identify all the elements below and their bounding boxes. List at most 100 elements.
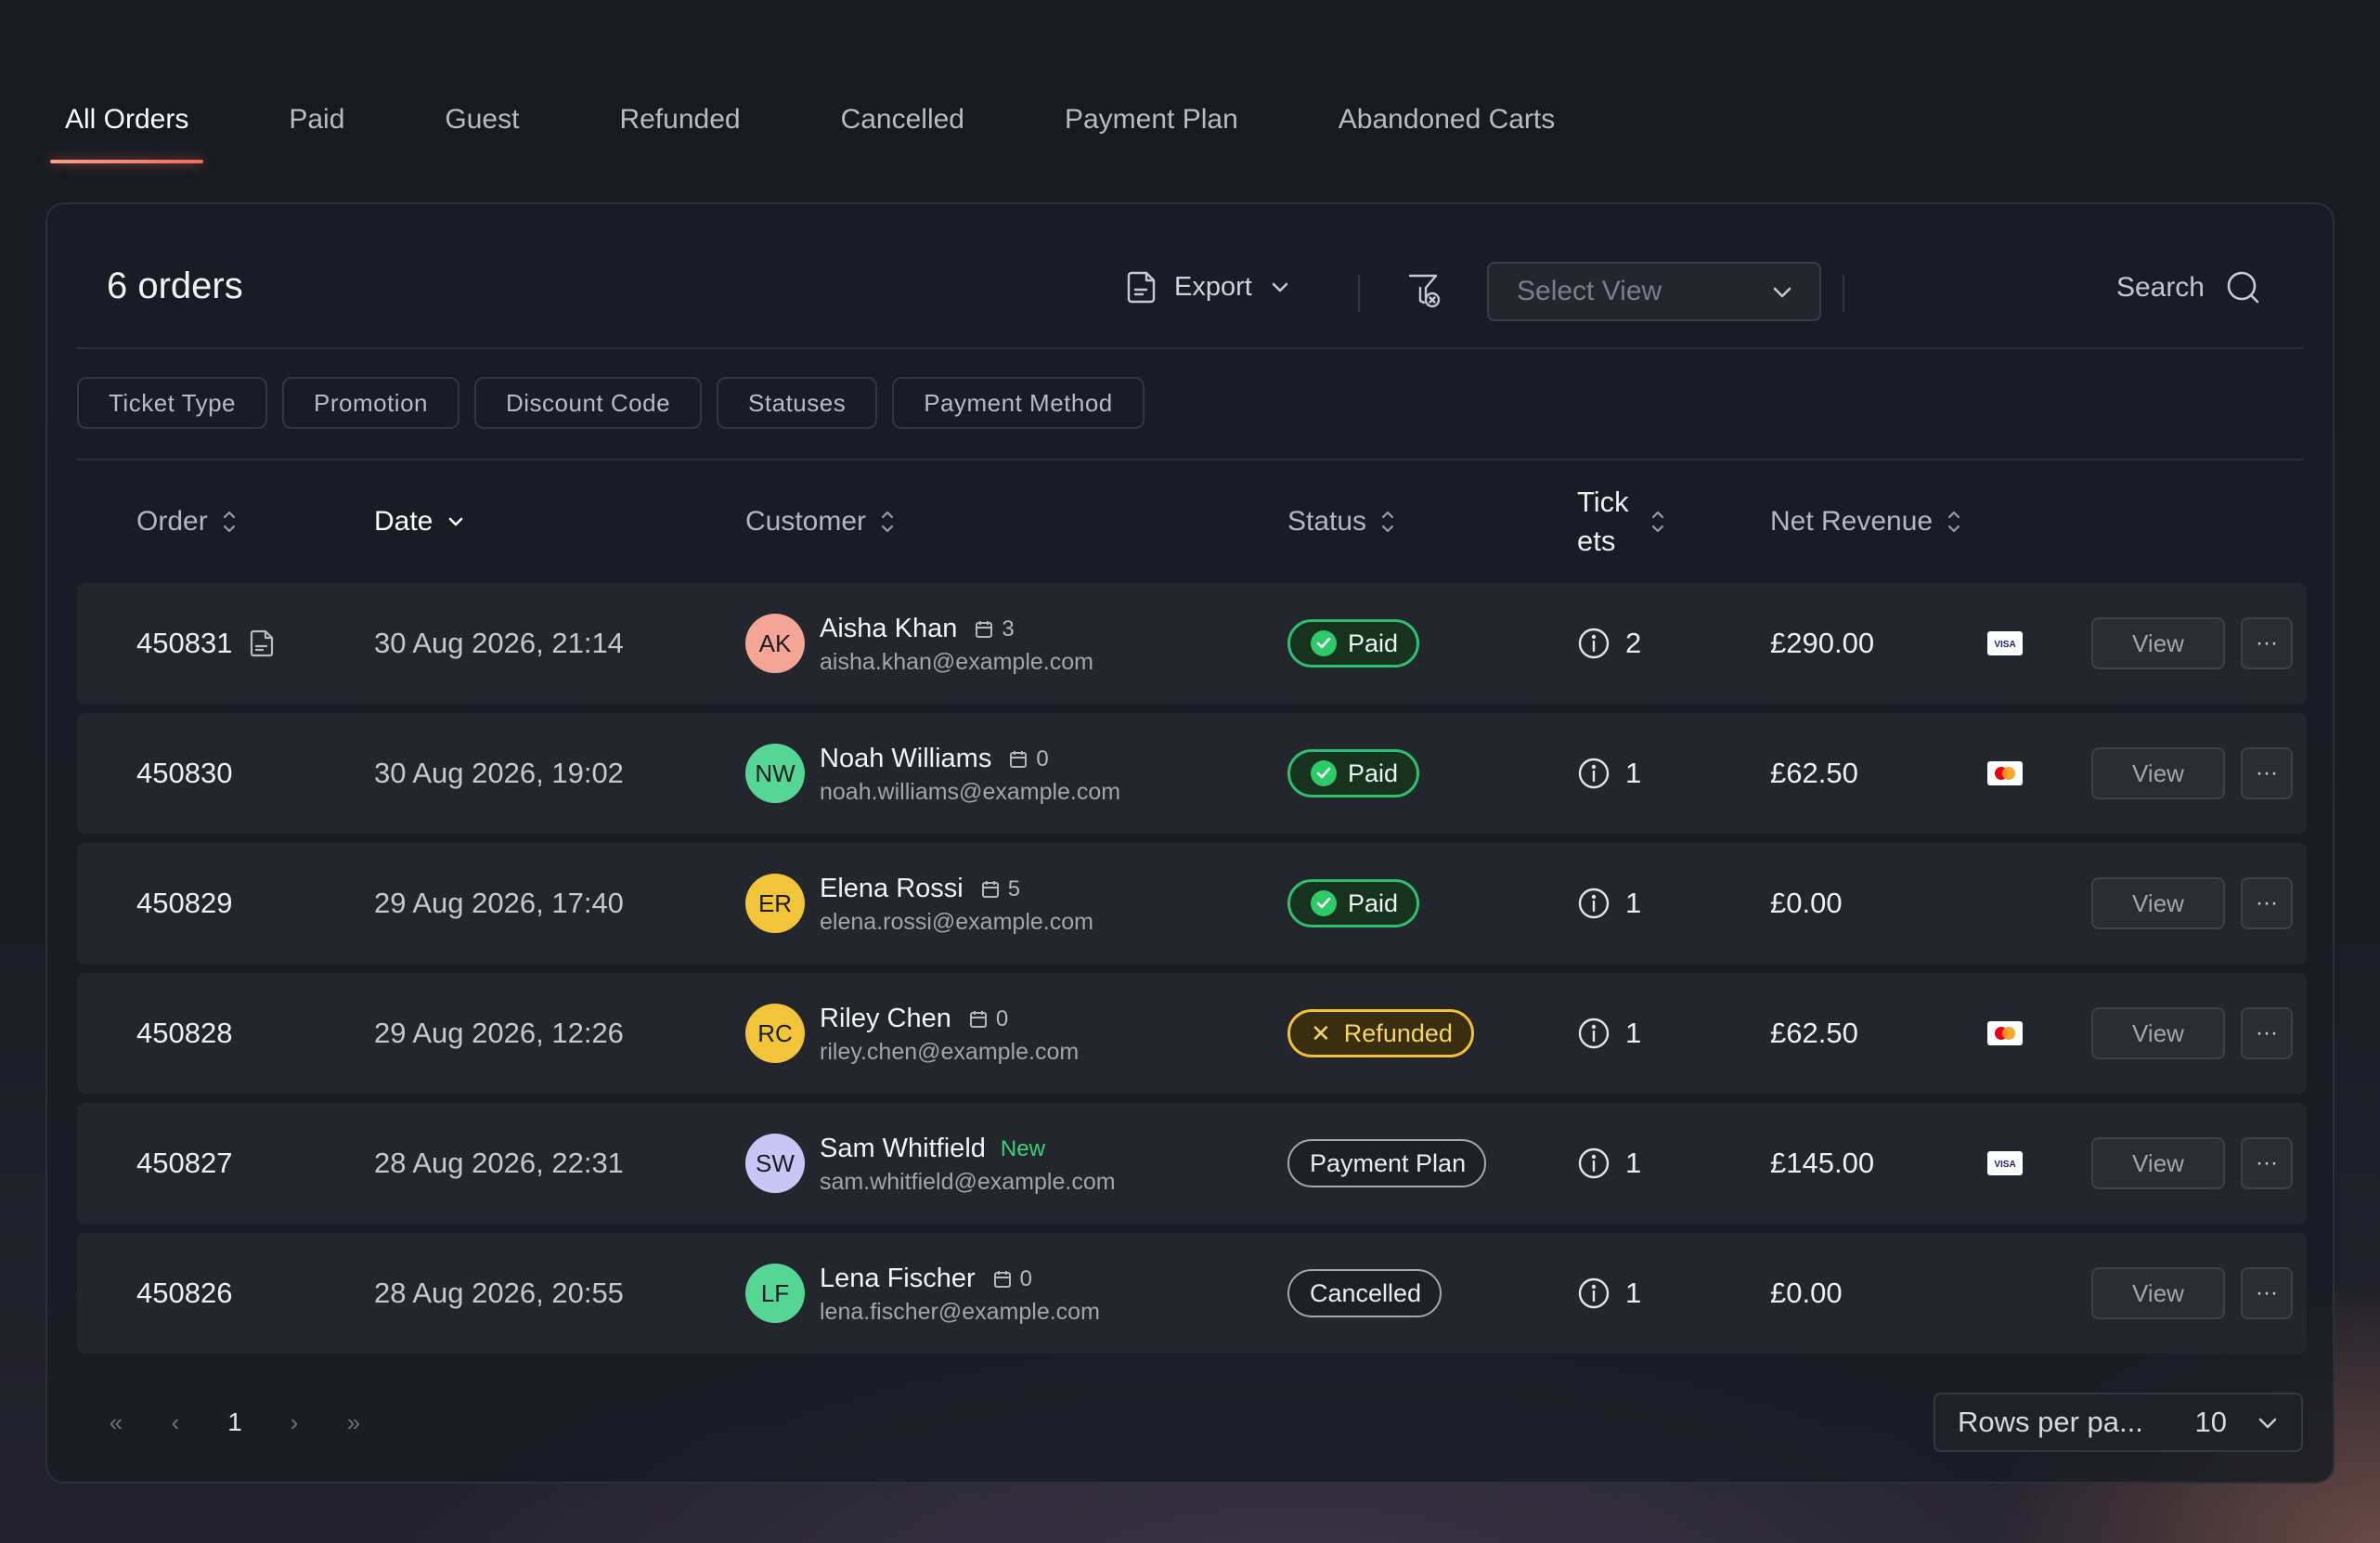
orders-count: 6 orders [107, 266, 243, 306]
view-order-button[interactable]: View [2091, 1007, 2225, 1059]
order-date: 28 Aug 2026, 20:55 [374, 1277, 624, 1309]
payment-method [1987, 973, 2023, 1094]
tab-cancelled[interactable]: Cancelled [826, 97, 979, 163]
info-icon[interactable] [1577, 1147, 1610, 1180]
view-order-button[interactable]: View [2091, 1267, 2225, 1319]
export-label: Export [1174, 271, 1252, 302]
net-revenue: £145.00 [1770, 1147, 1875, 1179]
order-id[interactable]: 450829 [136, 843, 232, 964]
customer-name-line: Aisha Khan 3 [820, 612, 1093, 647]
order-id[interactable]: 450828 [136, 973, 232, 1094]
order-count: 0 [1036, 746, 1049, 772]
table-row[interactable]: 450827 28 Aug 2026, 22:31 SW Sam Whitfield N… [77, 1103, 2307, 1224]
status-label: Paid [1348, 759, 1399, 787]
filter-chip-discount-code[interactable]: Discount Code [474, 377, 703, 429]
customer-email: sam.whitfield@example.com [820, 1168, 1116, 1195]
tab-refunded[interactable]: Refunded [604, 97, 755, 163]
customer-cell[interactable]: AK Aisha Khan 3 aisha.khan@example.com [745, 583, 1093, 704]
order-id[interactable]: 450830 [136, 713, 232, 834]
more-actions-button[interactable]: ··· [2241, 1007, 2293, 1059]
view-order-button[interactable]: View [2091, 617, 2225, 669]
filter-chip-statuses[interactable]: Statuses [717, 377, 878, 429]
tab-guest[interactable]: Guest [430, 97, 534, 163]
table-row[interactable]: 450831 30 Aug 2026, 21:14 AK Aisha Khan 3 ais… [77, 583, 2307, 704]
customer-name: Elena Rossi [820, 874, 964, 903]
status-cell: ✕ Refunded [1287, 973, 1474, 1094]
tab-paid[interactable]: Paid [274, 97, 359, 163]
tickets-cell: 1 [1577, 973, 1641, 1094]
next-page-button[interactable]: › [265, 1408, 324, 1437]
order-id[interactable]: 450831 [136, 583, 277, 704]
first-page-button[interactable]: « [86, 1408, 146, 1437]
view-order-button[interactable]: View [2091, 747, 2225, 799]
tab-all-orders[interactable]: All Orders [50, 97, 204, 163]
table-row[interactable]: 450829 29 Aug 2026, 17:40 ER Elena Rossi 5 el… [77, 843, 2307, 964]
customer-cell[interactable]: SW Sam Whitfield New sam.whitfield@example.… [745, 1103, 1116, 1224]
check-circle-icon [1311, 760, 1337, 786]
view-order-button[interactable]: View [2091, 877, 2225, 929]
table-row[interactable]: 450828 29 Aug 2026, 12:26 RC Riley Chen 0 ril… [77, 973, 2307, 1094]
customer-cell[interactable]: LF Lena Fischer 0 lena.fischer@example.com [745, 1233, 1100, 1354]
column-label: Tick ets [1577, 483, 1629, 561]
more-actions-button[interactable]: ··· [2241, 877, 2293, 929]
order-count: 0 [995, 1005, 1009, 1031]
mastercard-icon [1987, 1021, 2023, 1045]
column-label: Customer [745, 506, 867, 537]
tab-payment-plan[interactable]: Payment Plan [1050, 97, 1253, 163]
toolbar-divider-line [77, 347, 2303, 349]
column-header-date[interactable]: Date [374, 460, 464, 583]
customer-name: Lena Fischer [820, 1264, 976, 1293]
rows-per-page-label: Rows per pa... [1958, 1406, 2143, 1438]
column-header-tickets[interactable]: Tick ets [1577, 460, 1679, 583]
column-label: Net Revenue [1770, 506, 1934, 537]
tickets-cell: 1 [1577, 713, 1641, 834]
filter-chip-promotion[interactable]: Promotion [282, 377, 459, 429]
table-row[interactable]: 450830 30 Aug 2026, 19:02 NW Noah Williams 0… [77, 713, 2307, 834]
more-actions-button[interactable]: ··· [2241, 1137, 2293, 1189]
export-button[interactable]: Export [1126, 269, 1304, 305]
info-icon[interactable] [1577, 627, 1610, 660]
current-page[interactable]: 1 [205, 1407, 265, 1437]
order-id[interactable]: 450827 [136, 1103, 232, 1224]
column-header-net-revenue[interactable]: Net Revenue [1770, 460, 1960, 583]
info-icon[interactable] [1577, 1277, 1610, 1310]
sort-icon [1381, 511, 1394, 533]
search-button[interactable]: Search [2116, 269, 2262, 306]
tab-abandoned-carts[interactable]: Abandoned Carts [1324, 97, 1571, 163]
status-badge-refunded: ✕ Refunded [1287, 1009, 1474, 1057]
order-count: 5 [1007, 875, 1021, 901]
filter-chip-payment-method[interactable]: Payment Method [892, 377, 1145, 429]
toolbar-divider [1843, 275, 1844, 312]
column-header-status[interactable]: Status [1287, 460, 1394, 583]
column-header-order[interactable]: Order [136, 460, 236, 583]
sort-icon [223, 511, 235, 533]
last-page-button[interactable]: » [324, 1408, 383, 1437]
filter-chip-ticket-type[interactable]: Ticket Type [77, 377, 267, 429]
customer-cell[interactable]: RC Riley Chen 0 riley.chen@example.com [745, 973, 1079, 1094]
customer-name: Sam Whitfield [820, 1134, 986, 1163]
filter-settings-button[interactable] [1406, 271, 1443, 315]
chevron-down-icon [2258, 1418, 2277, 1429]
select-view-placeholder: Select View [1517, 276, 1662, 306]
more-actions-button[interactable]: ··· [2241, 747, 2293, 799]
status-cell: Paid [1287, 713, 1420, 834]
more-actions-button[interactable]: ··· [2241, 617, 2293, 669]
column-header-customer[interactable]: Customer [745, 460, 894, 583]
info-icon[interactable] [1577, 887, 1610, 920]
rows-per-page-select[interactable]: Rows per pa... 10 [1934, 1393, 2303, 1452]
customer-email: elena.rossi@example.com [820, 908, 1093, 935]
view-order-button[interactable]: View [2091, 1137, 2225, 1189]
table-row[interactable]: 450826 28 Aug 2026, 20:55 LF Lena Fischer 0 l… [77, 1233, 2307, 1354]
customer-cell[interactable]: ER Elena Rossi 5 elena.rossi@example.com [745, 843, 1093, 964]
previous-page-button[interactable]: ‹ [146, 1408, 205, 1437]
select-view-dropdown[interactable]: Select View [1487, 262, 1821, 321]
order-id[interactable]: 450826 [136, 1233, 232, 1354]
customer-cell[interactable]: NW Noah Williams 0 noah.williams@example.co… [745, 713, 1120, 834]
info-icon[interactable] [1577, 757, 1610, 790]
search-icon [2227, 271, 2259, 304]
check-icon [1316, 637, 1331, 649]
status-label: Paid [1348, 888, 1399, 917]
net-revenue: £62.50 [1770, 1017, 1858, 1049]
more-actions-button[interactable]: ··· [2241, 1267, 2293, 1319]
info-icon[interactable] [1577, 1017, 1610, 1050]
